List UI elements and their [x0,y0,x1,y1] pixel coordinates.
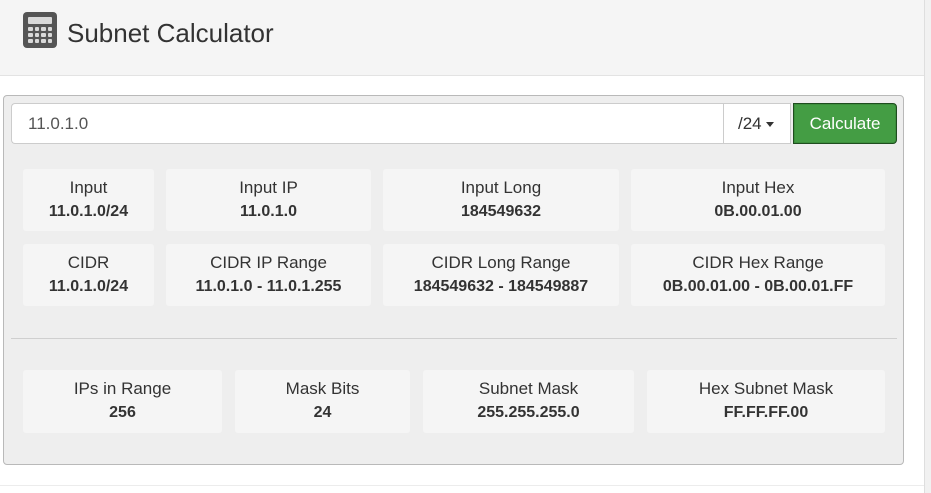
result-value: 0B.00.01.00 [714,203,802,220]
result-label: IPs in Range [73,379,172,398]
calculator-icon [23,12,57,48]
result-label: CIDR [67,253,110,272]
result-card-input-ip: Input IP 11.0.1.0 [166,169,371,231]
result-value: 184549632 - 184549887 [413,278,589,295]
cidr-selected-value: /24 [738,114,762,133]
result-value: 24 [313,404,332,421]
result-card-cidr-ip-range: CIDR IP Range 11.0.1.0 - 11.0.1.255 [166,244,371,306]
result-value: FF.FF.FF.00 [723,404,809,421]
result-card-input-hex: Input Hex 0B.00.01.00 [631,169,885,231]
result-value: 11.0.1.0 [240,203,297,220]
result-card-subnet-mask: Subnet Mask 255.255.255.0 [423,370,634,433]
result-card-hex-subnet-mask: Hex Subnet Mask FF.FF.FF.00 [647,370,885,433]
result-card-cidr-hex-range: CIDR Hex Range 0B.00.01.00 - 0B.00.01.FF [631,244,885,306]
result-value: 255.255.255.0 [477,404,580,421]
result-card-mask-bits: Mask Bits 24 [235,370,410,433]
scrollbar[interactable] [924,0,931,493]
cidr-dropdown[interactable]: /24 [723,103,791,144]
footer-divider [0,485,924,486]
result-value: 0B.00.01.00 - 0B.00.01.FF [662,278,854,295]
app-header: Subnet Calculator [0,0,924,76]
ip-address-input[interactable] [11,103,724,144]
result-card-cidr: CIDR 11.0.1.0/24 [23,244,154,306]
result-value: 11.0.1.0/24 [48,203,129,220]
result-label: Hex Subnet Mask [698,379,834,398]
result-label: CIDR Long Range [431,253,571,272]
result-label: Input Long [460,178,542,197]
section-divider [11,338,897,339]
result-value: 184549632 [460,203,542,220]
result-label: Subnet Mask [478,379,579,398]
result-label: Mask Bits [285,379,360,398]
result-value: 11.0.1.0/24 [48,278,129,295]
result-label: CIDR IP Range [210,253,327,272]
result-card-ips-in-range: IPs in Range 256 [23,370,222,433]
result-label: Input IP [239,178,298,197]
page-title: Subnet Calculator [67,18,274,48]
result-label: CIDR Hex Range [692,253,824,272]
caret-down-icon [765,122,774,128]
result-value: 11.0.1.0 - 11.0.1.255 [195,278,342,295]
calculator-panel: /24 Calculate Input 11.0.1.0/24 Input IP… [3,95,904,465]
calculate-button[interactable]: Calculate [793,103,897,144]
result-card-cidr-long-range: CIDR Long Range 184549632 - 184549887 [383,244,619,306]
result-card-input: Input 11.0.1.0/24 [23,169,154,231]
result-value: 256 [109,404,136,421]
result-label: Input [69,178,108,197]
result-label: Input Hex [721,178,795,197]
result-card-input-long: Input Long 184549632 [383,169,619,231]
